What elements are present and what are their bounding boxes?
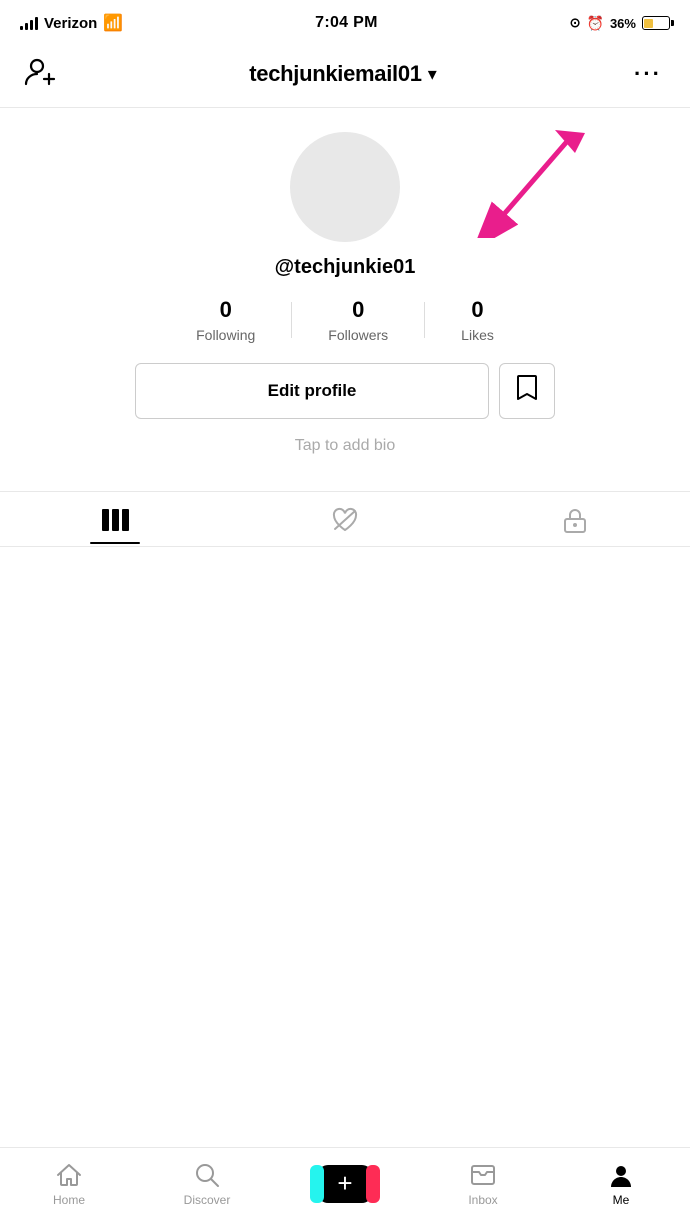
arrow-annotation [460,128,590,243]
following-label: Following [196,327,255,343]
followers-stat[interactable]: 0 Followers [292,297,424,343]
tabs-row [0,492,690,546]
inbox-icon [469,1161,497,1189]
chevron-down-icon: ▾ [428,64,437,85]
following-count: 0 [220,297,232,323]
top-nav: techjunkiemail01 ▾ ··· [0,44,690,108]
following-stat[interactable]: 0 Following [160,297,291,343]
signal-icon [20,16,38,30]
status-bar: Verizon 📶 7:04 PM ⊙ ⏰ 36% [0,0,690,44]
username-dropdown[interactable]: techjunkiemail01 ▾ [249,61,437,87]
status-left: Verizon 📶 [20,13,123,33]
create-button[interactable]: + [318,1165,372,1203]
add-user-icon [24,56,56,88]
bottom-nav: Home Discover + Inbox Me [0,1147,690,1227]
tab-liked[interactable] [230,493,460,545]
record-icon: ⊙ [570,15,581,31]
search-icon [193,1161,221,1189]
wifi-icon: 📶 [103,13,123,33]
likes-count: 0 [471,297,483,323]
tab-private[interactable] [460,492,690,546]
nav-discover[interactable]: Discover [138,1161,276,1207]
action-buttons: Edit profile [135,363,555,419]
battery-icon [642,16,670,30]
home-icon [55,1161,83,1189]
nav-inbox-label: Inbox [468,1193,497,1207]
liked-icon [331,507,359,533]
lock-icon [562,506,588,534]
grid-icon [101,508,129,532]
plus-icon: + [337,1168,352,1199]
likes-stat[interactable]: 0 Likes [425,297,530,343]
content-area [0,547,690,867]
edit-profile-button[interactable]: Edit profile [135,363,489,419]
battery-percent: 36% [610,16,636,31]
add-user-button[interactable] [20,52,60,95]
alarm-icon: ⏰ [587,15,604,32]
bookmark-button[interactable] [499,363,555,419]
profile-section: @techjunkie01 0 Following 0 Followers 0 … [0,108,690,471]
tab-videos[interactable] [0,494,230,544]
more-options-button[interactable]: ··· [626,57,670,91]
carrier-text: Verizon [44,15,97,32]
username-text: techjunkiemail01 [249,61,422,87]
bio-placeholder[interactable]: Tap to add bio [295,437,396,455]
user-handle: @techjunkie01 [275,256,416,279]
followers-count: 0 [352,297,364,323]
status-time: 7:04 PM [315,14,378,32]
status-right: ⊙ ⏰ 36% [570,15,670,32]
nav-home[interactable]: Home [0,1161,138,1207]
profile-icon [607,1161,635,1189]
nav-discover-label: Discover [184,1193,231,1207]
tabs-section [0,491,690,547]
nav-create[interactable]: + [276,1165,414,1203]
bookmark-icon [515,374,539,408]
likes-label: Likes [461,327,494,343]
followers-label: Followers [328,327,388,343]
avatar [290,132,400,242]
nav-me[interactable]: Me [552,1161,690,1207]
nav-inbox[interactable]: Inbox [414,1161,552,1207]
stats-row: 0 Following 0 Followers 0 Likes [20,297,670,343]
nav-home-label: Home [53,1193,85,1207]
nav-me-label: Me [613,1193,630,1207]
